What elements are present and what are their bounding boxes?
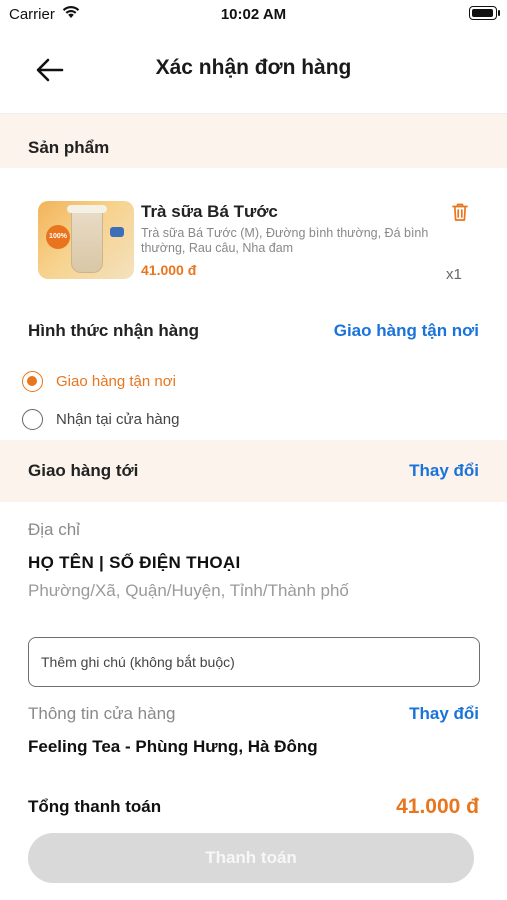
product-options: Trà sữa Bá Tước (M), Đường bình thường, … bbox=[141, 226, 429, 255]
pay-button[interactable]: Thanh toán bbox=[28, 833, 474, 883]
product-price: 41.000 đ bbox=[141, 262, 197, 278]
total-label: Tổng thanh toán bbox=[28, 797, 162, 816]
total-value: 41.000 đ bbox=[396, 795, 479, 818]
address-detail: Phường/Xã, Quận/Huyện, Tỉnh/Thành phố bbox=[28, 581, 349, 600]
clock-label: 10:02 AM bbox=[220, 6, 287, 23]
delivery-to-section-header: Giao hàng tới Thay đổi bbox=[0, 440, 507, 502]
products-section-header: Sản phẩm bbox=[0, 114, 507, 168]
delivery-method-title: Hình thức nhận hàng bbox=[28, 321, 199, 340]
checkout-bar: Tổng thanh toán 41.000 đ Thanh toán bbox=[0, 776, 507, 900]
radio-home-delivery[interactable] bbox=[22, 371, 43, 392]
product-image: 100% bbox=[38, 201, 134, 279]
delivery-method-selected-link[interactable]: Giao hàng tận nơi bbox=[334, 321, 479, 341]
delete-product-button[interactable] bbox=[451, 202, 469, 222]
navigation-bar: Xác nhận đơn hàng bbox=[0, 28, 507, 114]
cup-lid-shape bbox=[67, 205, 107, 213]
radio-store-pickup[interactable] bbox=[22, 409, 43, 430]
cup-shape bbox=[71, 209, 103, 273]
store-info-label: Thông tin cửa hàng bbox=[28, 704, 176, 723]
address-label: Địa chỉ bbox=[28, 520, 80, 539]
change-address-button[interactable]: Thay đổi bbox=[409, 461, 479, 481]
status-bar: Carrier 10:02 AM bbox=[0, 0, 507, 28]
scroll-clipped-content bbox=[0, 768, 507, 776]
radio-store-pickup-label[interactable]: Nhận tại cửa hàng bbox=[56, 411, 179, 428]
trash-icon bbox=[452, 203, 468, 221]
radio-home-delivery-label[interactable]: Giao hàng tận nơi bbox=[56, 373, 176, 390]
address-name-phone: HỌ TÊN | SỐ ĐIỆN THOẠI bbox=[28, 553, 241, 572]
note-input[interactable] bbox=[28, 637, 480, 687]
products-section-title: Sản phẩm bbox=[28, 138, 110, 157]
product-quantity: x1 bbox=[446, 266, 462, 283]
promo-badge-icon: 100% bbox=[46, 225, 70, 249]
product-name: Trà sữa Bá Tước bbox=[141, 202, 278, 221]
cup-label-shape bbox=[110, 227, 124, 237]
battery-icon bbox=[469, 6, 500, 20]
change-store-button[interactable]: Thay đổi bbox=[409, 704, 479, 724]
page-title: Xác nhận đơn hàng bbox=[155, 56, 352, 79]
store-name: Feeling Tea - Phùng Hưng, Hà Đông bbox=[28, 737, 318, 756]
delivery-to-title: Giao hàng tới bbox=[28, 461, 139, 480]
product-item: 100% Trà sữa Bá Tước Trà sữa Bá Tước (M)… bbox=[0, 168, 507, 288]
